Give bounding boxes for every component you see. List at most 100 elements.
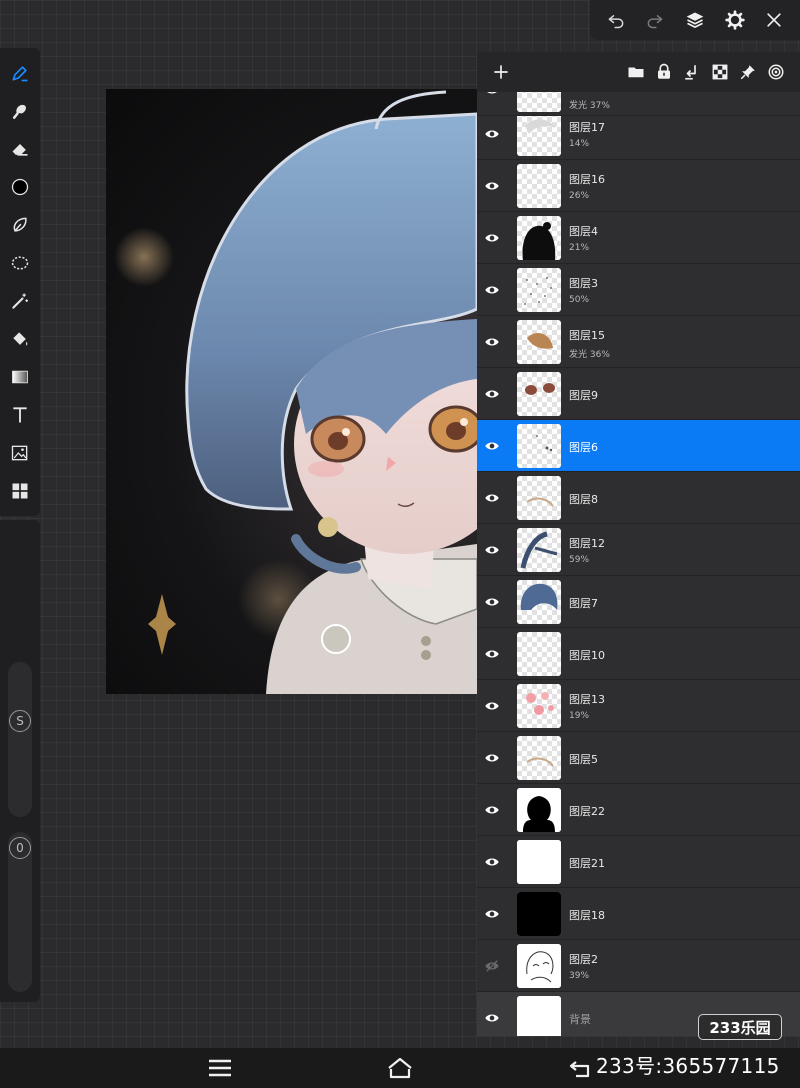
visibility-toggle[interactable] [477, 732, 507, 784]
magic-wand-tool[interactable] [4, 282, 36, 320]
image-import-tool[interactable] [4, 434, 36, 472]
home-button[interactable] [380, 1054, 420, 1082]
layer-meta: 19% [569, 711, 590, 721]
layer-name: 图层10 [569, 649, 605, 662]
settings-button[interactable] [722, 7, 748, 33]
layer-thumbnail [517, 580, 561, 624]
visibility-toggle[interactable] [477, 940, 507, 992]
brush-sliders: S 0 [0, 520, 40, 1002]
eraser-tool[interactable] [4, 130, 36, 168]
opacity-slider-handle[interactable]: 0 [9, 837, 31, 859]
eye-icon [485, 858, 499, 866]
visibility-toggle[interactable] [477, 368, 507, 420]
layer-thumbnail [517, 996, 561, 1036]
merge-down-button[interactable] [678, 58, 706, 86]
layer-meta: 21% [569, 243, 590, 253]
visibility-toggle[interactable] [477, 836, 507, 888]
pin-icon [740, 65, 755, 80]
eye-icon [485, 442, 499, 450]
drawing-canvas[interactable] [106, 89, 477, 694]
visibility-toggle[interactable] [477, 524, 507, 576]
text-tool-icon [13, 407, 27, 423]
layer-thumbnail [517, 528, 561, 572]
visibility-toggle[interactable] [477, 680, 507, 732]
visibility-toggle[interactable] [477, 628, 507, 680]
layer-thumbnail [517, 268, 561, 312]
eye-icon [485, 910, 499, 918]
layer-row[interactable]: 图层10 [477, 628, 800, 680]
layer-row[interactable]: 图层15 发光 36% [477, 316, 800, 368]
target-button[interactable] [762, 58, 790, 86]
eye-icon [485, 182, 499, 190]
visibility-toggle[interactable] [477, 472, 507, 524]
layer-thumbnail [517, 788, 561, 832]
folder-button[interactable] [622, 58, 650, 86]
eye-hidden-icon [485, 960, 499, 972]
pen-tool[interactable] [4, 54, 36, 92]
gradient-tool-icon [12, 370, 28, 384]
smudge-tool[interactable] [4, 92, 36, 130]
layer-row[interactable]: 图层12 59% [477, 524, 800, 576]
selection-tool[interactable] [4, 244, 36, 282]
layer-thumbnail [517, 632, 561, 676]
menu-button[interactable] [200, 1054, 240, 1082]
layer-row[interactable]: 图层18 [477, 888, 800, 940]
eye-icon [485, 754, 499, 762]
layer-name: 图层5 [569, 753, 598, 766]
add-layer-button[interactable] [487, 58, 515, 86]
visibility-toggle[interactable] [477, 784, 507, 836]
layer-row[interactable]: 图层4 21% [477, 212, 800, 264]
transparency-button[interactable] [706, 58, 734, 86]
layers-button[interactable] [682, 7, 708, 33]
lock-button[interactable] [650, 58, 678, 86]
back-button[interactable] [560, 1054, 600, 1082]
layer-name: 图层2 [569, 953, 598, 966]
layer-row[interactable]: 图层13 19% [477, 680, 800, 732]
layer-row[interactable]: 图层9 [477, 368, 800, 420]
layer-row[interactable]: 图层5 [477, 732, 800, 784]
layer-row[interactable]: 图层16 26% [477, 160, 800, 212]
folder-icon [628, 67, 644, 78]
visibility-toggle[interactable] [477, 576, 507, 628]
undo-button[interactable] [603, 7, 629, 33]
layer-meta: 59% [569, 555, 590, 565]
color-picker[interactable] [4, 168, 36, 206]
visibility-toggle[interactable] [477, 160, 507, 212]
close-button[interactable] [761, 7, 787, 33]
layer-thumbnail [517, 892, 561, 936]
layer-name: 图层22 [569, 805, 605, 818]
visibility-toggle[interactable] [477, 992, 507, 1036]
layer-row[interactable]: 图层22 [477, 784, 800, 836]
lasso-tool[interactable] [4, 206, 36, 244]
redo-button[interactable] [642, 7, 668, 33]
layers-icon [686, 12, 704, 28]
eye-icon [485, 598, 499, 606]
layer-row[interactable]: 图层21 [477, 836, 800, 888]
visibility-toggle[interactable] [477, 212, 507, 264]
layer-row[interactable]: 图层7 [477, 576, 800, 628]
layer-thumbnail [517, 112, 561, 156]
layer-row[interactable]: 图层2 39% [477, 940, 800, 992]
fill-tool[interactable] [4, 320, 36, 358]
selection-tool-icon [11, 256, 29, 270]
visibility-toggle[interactable] [477, 888, 507, 940]
pin-button[interactable] [734, 58, 762, 86]
layer-name: 图层15 [569, 329, 605, 342]
grid-tool[interactable] [4, 472, 36, 510]
size-slider-handle[interactable]: S [9, 710, 31, 732]
layer-row[interactable]: 图层8 [477, 472, 800, 524]
layer-thumbnail [517, 476, 561, 520]
fill-bucket-icon [13, 332, 28, 346]
layer-row[interactable]: 图层3 50% [477, 264, 800, 316]
image-import-icon [11, 445, 28, 461]
layer-name: 图层17 [569, 121, 605, 134]
visibility-toggle[interactable] [477, 264, 507, 316]
visibility-toggle[interactable] [477, 420, 507, 472]
gradient-tool[interactable] [4, 358, 36, 396]
layer-meta: 26% [569, 191, 590, 201]
layer-name: 图层6 [569, 441, 598, 454]
layer-row[interactable]: 图层6 [477, 420, 800, 472]
text-tool[interactable] [4, 396, 36, 434]
visibility-toggle[interactable] [477, 316, 507, 368]
size-slider[interactable] [8, 662, 32, 817]
